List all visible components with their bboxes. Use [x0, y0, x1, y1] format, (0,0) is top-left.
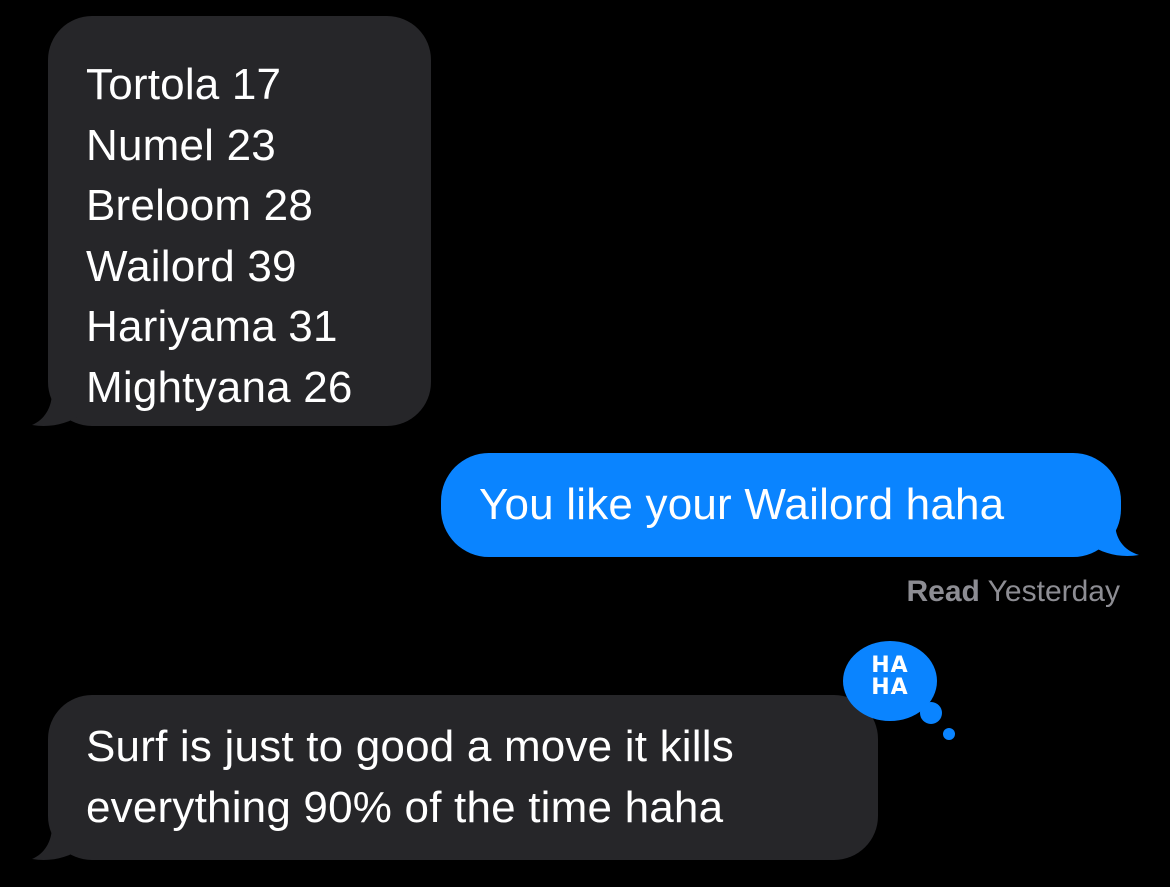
received-bubble-tail	[32, 392, 82, 426]
message-line: Wailord 39	[86, 241, 297, 291]
message-line: Numel 23	[86, 120, 276, 170]
message-line: Hariyama 31	[86, 302, 338, 351]
read-time: Yesterday	[987, 575, 1120, 608]
message-line: Surf is just to good a move it kills	[86, 722, 734, 771]
received-message-bubble[interactable]: Tortola 17 Numel 23 Breloom 28 Wailord 3…	[48, 16, 431, 426]
sent-message-bubble[interactable]: You like your Wailord haha	[441, 453, 1121, 557]
received-bubble-tail	[32, 826, 82, 860]
tapback-tail-dot	[920, 702, 942, 724]
tapback-label-line: HA	[871, 653, 909, 678]
haha-tapback-icon[interactable]: HA HA	[843, 641, 955, 740]
message-line: Mightyana 26	[86, 362, 353, 412]
tapback-label: HA HA	[843, 655, 937, 699]
sent-bubble-tail	[1089, 522, 1139, 556]
tapback-tail-dot	[943, 728, 955, 740]
message-text: You like your Wailord haha	[479, 480, 1005, 529]
message-line: everything 90% of the time haha	[86, 782, 724, 832]
message-line: Tortola 17	[86, 60, 282, 109]
message-line: Breloom 28	[86, 181, 314, 230]
tapback-label-line: HA	[871, 675, 909, 700]
read-status: Read	[906, 575, 980, 608]
received-message-bubble[interactable]: Surf is just to good a move it kills eve…	[48, 695, 878, 860]
read-receipt: Read Yesterday	[907, 575, 1120, 609]
